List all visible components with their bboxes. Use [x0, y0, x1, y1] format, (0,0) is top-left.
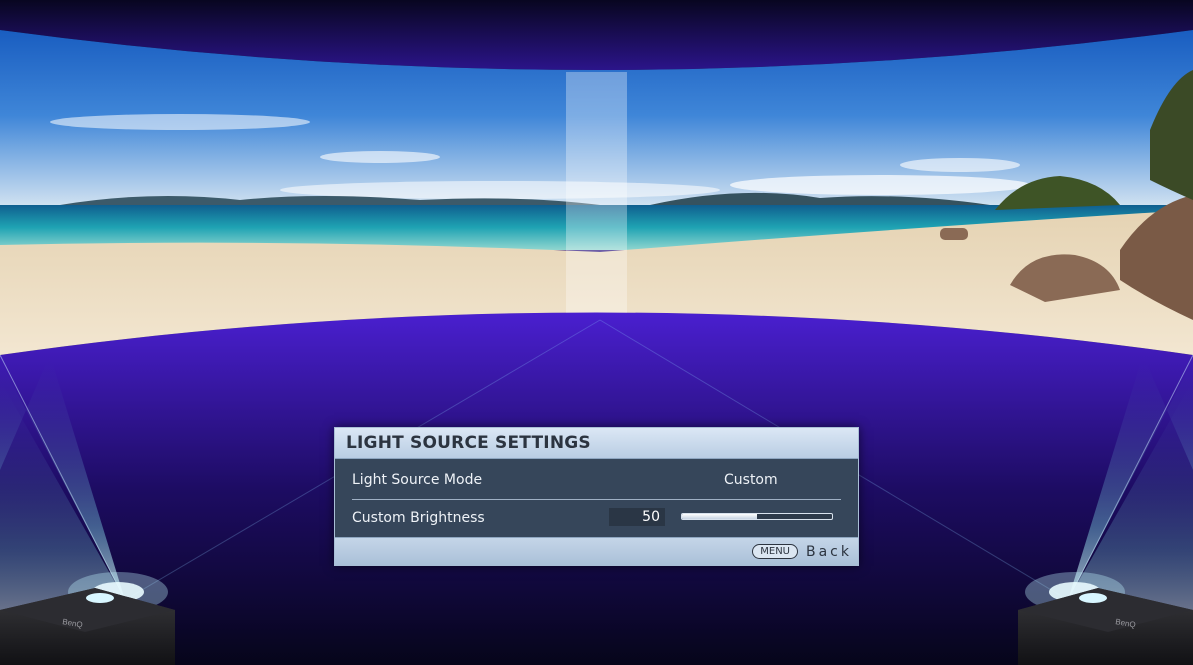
row-divider [352, 499, 841, 500]
custom-brightness-slider[interactable] [681, 513, 833, 520]
light-source-mode-row[interactable]: Light Source Mode Custom [352, 465, 841, 495]
custom-brightness-row[interactable]: Custom Brightness 50 [352, 503, 841, 533]
projection-scene: BenQ BenQ LIGHT SOURCE SETTINGS Light So… [0, 0, 1193, 665]
light-source-mode-label: Light Source Mode [352, 472, 483, 488]
slider-fill [682, 514, 757, 519]
menu-body: Light Source Mode Custom Custom Brightne… [335, 459, 858, 539]
menu-header: LIGHT SOURCE SETTINGS [335, 428, 858, 459]
menu-footer: MENU Back [335, 537, 858, 565]
light-source-settings-menu: LIGHT SOURCE SETTINGS Light Source Mode … [334, 427, 859, 566]
back-label[interactable]: Back [806, 544, 852, 560]
menu-title: LIGHT SOURCE SETTINGS [346, 433, 591, 453]
light-source-mode-value: Custom [724, 472, 778, 488]
custom-brightness-value: 50 [609, 508, 665, 526]
menu-key-button[interactable]: MENU [752, 544, 798, 559]
custom-brightness-label: Custom Brightness [352, 510, 485, 526]
